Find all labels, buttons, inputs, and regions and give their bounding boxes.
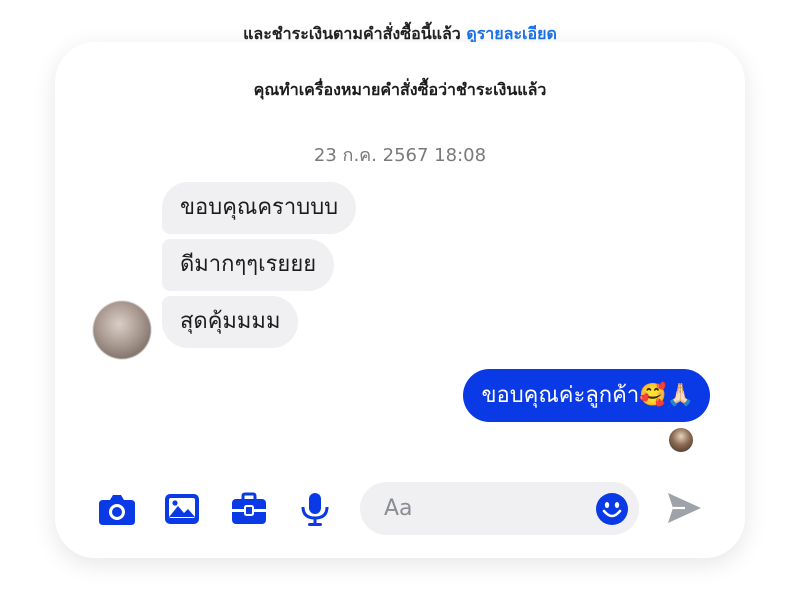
smiley-icon[interactable] bbox=[595, 492, 629, 526]
message-input-placeholder: Aa bbox=[384, 496, 413, 521]
outgoing-message-bubble[interactable]: ขอบคุณค่ะลูกค้า🥰🙏🏻 bbox=[463, 369, 710, 422]
briefcase-icon[interactable] bbox=[229, 491, 269, 527]
camera-icon[interactable] bbox=[97, 491, 137, 527]
message-input[interactable]: Aa bbox=[360, 482, 639, 535]
cut-off-text: และชำระเงินตามคำสั่งซื้อนี้แล้ว bbox=[243, 24, 461, 43]
read-receipt-avatar bbox=[669, 428, 693, 452]
incoming-message-bubble[interactable]: สุดคุ้มมมม bbox=[162, 296, 299, 348]
payment-notice: คุณทำเครื่องหมายคำสั่งซื้อว่าชำระเงินแล้… bbox=[253, 80, 547, 99]
top-fade bbox=[55, 42, 745, 52]
incoming-message-bubble[interactable]: ดีมากๆๆเรยยย bbox=[162, 239, 335, 291]
chat-card: คุณทำเครื่องหมายคำสั่งซื้อว่าชำระเงินแล้… bbox=[55, 42, 745, 558]
view-details-link[interactable]: ดูรายละเอียด bbox=[466, 24, 557, 43]
messenger-screen: และชำระเงินตามคำสั่งซื้อนี้แล้ว ดูรายละเ… bbox=[0, 0, 800, 600]
image-icon[interactable] bbox=[162, 491, 202, 527]
microphone-icon[interactable] bbox=[295, 491, 335, 527]
message-timestamp: 23 ก.ค. 2567 18:08 bbox=[313, 145, 487, 166]
incoming-message-bubble[interactable]: ขอบคุณคราบบบ bbox=[162, 182, 357, 234]
sender-avatar[interactable] bbox=[93, 301, 151, 359]
send-icon[interactable] bbox=[665, 490, 703, 526]
